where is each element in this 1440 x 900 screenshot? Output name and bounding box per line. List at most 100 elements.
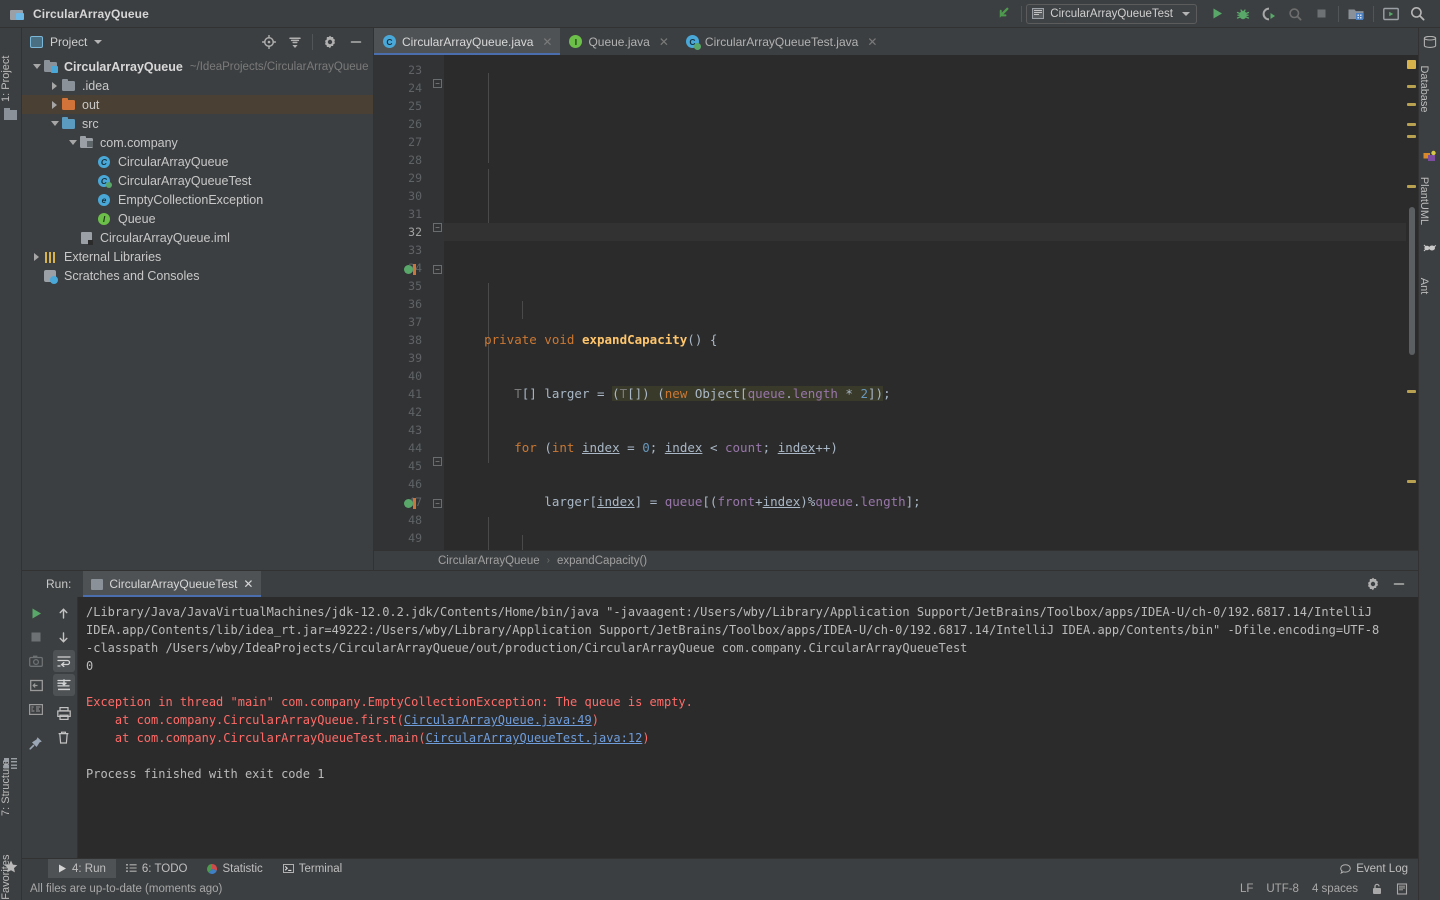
tool-window-run[interactable]: 4: Run <box>48 858 116 879</box>
chevron-down-icon[interactable] <box>30 64 43 69</box>
rerun-button[interactable] <box>25 602 47 624</box>
editor-body[interactable]: 23 24 25 26 27 28 29 30 31 32 33 34 <box>374 55 1418 550</box>
previous-occurrence-button[interactable] <box>53 602 75 624</box>
close-icon[interactable]: ✕ <box>867 35 877 49</box>
chevron-down-icon[interactable] <box>66 140 79 145</box>
project-tree[interactable]: CircularArrayQueue ~/IdeaProjects/Circul… <box>22 55 373 570</box>
sidebar-item-structure[interactable]: 7: Structure <box>0 738 12 816</box>
sidebar-item-ant[interactable]: Ant <box>1418 266 1430 306</box>
hide-panel-button[interactable] <box>343 31 369 53</box>
fold-expanded-icon[interactable]: − <box>433 79 442 88</box>
next-occurrence-button[interactable] <box>53 626 75 648</box>
tree-node-idea[interactable]: .idea <box>22 76 373 95</box>
run-method-gutter-icon[interactable] <box>404 498 416 510</box>
tree-node-class-circulararrayqueue[interactable]: C CircularArrayQueue <box>22 152 373 171</box>
hide-run-panel-button[interactable] <box>1386 572 1412 596</box>
back-arrow-icon[interactable] <box>991 2 1017 26</box>
chevron-right-icon[interactable] <box>48 100 61 109</box>
presentation-button[interactable] <box>1378 2 1404 26</box>
console-stack-link-2[interactable]: CircularArrayQueueTest.java:12 <box>426 731 643 745</box>
sidebar-item-plantuml[interactable]: PlantUML <box>1418 168 1430 234</box>
restore-layout-button[interactable] <box>25 674 47 696</box>
console-stack-link-1[interactable]: CircularArrayQueue.java:49 <box>404 713 592 727</box>
print-button[interactable] <box>53 702 75 724</box>
marker-warning[interactable] <box>1407 135 1416 138</box>
tree-node-iml-file[interactable]: CircularArrayQueue.iml <box>22 228 373 247</box>
run-coverage-button[interactable] <box>1256 2 1282 26</box>
chevron-right-icon[interactable] <box>30 252 43 261</box>
camera-icon[interactable] <box>25 650 47 672</box>
marker-warning[interactable] <box>1407 85 1416 88</box>
fold-collapse-icon[interactable]: − <box>433 457 442 466</box>
event-log-button[interactable]: Event Log <box>1340 863 1418 875</box>
chevron-down-icon[interactable] <box>94 39 103 44</box>
tool-window-todo[interactable]: 6: TODO <box>116 859 198 879</box>
chevron-right-icon[interactable] <box>48 81 61 90</box>
debug-button[interactable] <box>1230 2 1256 26</box>
gear-icon[interactable] <box>317 31 343 53</box>
run-button[interactable] <box>1204 2 1230 26</box>
collapse-all-button[interactable] <box>282 31 308 53</box>
fold-expanded-icon[interactable]: − <box>433 265 442 274</box>
soft-wrap-button[interactable] <box>52 650 75 672</box>
pin-icon[interactable] <box>25 732 47 754</box>
line-separator-indicator[interactable]: LF <box>1240 883 1253 895</box>
scroll-to-end-button[interactable] <box>52 674 75 696</box>
indent-indicator[interactable]: 4 spaces <box>1312 883 1358 895</box>
sidebar-item-database[interactable]: Database <box>1418 56 1430 122</box>
tree-node-project-root[interactable]: CircularArrayQueue ~/IdeaProjects/Circul… <box>22 57 373 76</box>
run-method-gutter-icon[interactable] <box>404 264 416 276</box>
editor-scrollbar-markers[interactable] <box>1406 55 1418 550</box>
tool-window-statistic[interactable]: Statistic <box>197 859 272 879</box>
sidebar-item-project[interactable]: 1: Project <box>0 38 12 102</box>
run-settings-button[interactable] <box>1360 572 1386 596</box>
interface-icon: I <box>97 212 113 226</box>
chevron-down-icon[interactable] <box>1182 11 1190 16</box>
tab-queue-java[interactable]: I Queue.java ✕ <box>560 28 676 55</box>
run-configuration-selector[interactable]: CircularArrayQueueTest <box>1026 3 1197 24</box>
marker-warning[interactable] <box>1407 60 1416 69</box>
close-icon[interactable]: ✕ <box>542 35 552 49</box>
tree-node-class-circulararrayqueuetest[interactable]: C CircularArrayQueueTest <box>22 171 373 190</box>
inspection-icon[interactable] <box>1396 883 1408 895</box>
tree-node-interface-queue[interactable]: I Queue <box>22 209 373 228</box>
tree-node-scratches[interactable]: Scratches and Consoles <box>22 266 373 285</box>
marker-warning[interactable] <box>1407 390 1416 393</box>
editor-scrollbar-thumb[interactable] <box>1409 207 1415 355</box>
fold-collapse-icon[interactable]: − <box>433 223 442 232</box>
breadcrumb-class[interactable]: CircularArrayQueue <box>438 555 540 567</box>
scroll-from-source-button[interactable] <box>256 31 282 53</box>
chevron-down-icon[interactable] <box>48 121 61 126</box>
encoding-indicator[interactable]: UTF-8 <box>1266 883 1299 895</box>
tab-circulararrayqueue-java[interactable]: C CircularArrayQueue.java ✕ <box>374 28 561 55</box>
run-console-output[interactable]: /Library/Java/JavaVirtualMachines/jdk-12… <box>78 597 1418 858</box>
stop-button[interactable] <box>25 626 47 648</box>
update-project-button[interactable] <box>1343 2 1369 26</box>
stop-button[interactable] <box>1308 2 1334 26</box>
clear-all-button[interactable] <box>53 726 75 748</box>
lock-icon[interactable] <box>1371 883 1383 895</box>
marker-warning[interactable] <box>1407 123 1416 126</box>
tab-circulararrayqueuetest-java[interactable]: C CircularArrayQueueTest.java ✕ <box>677 28 885 55</box>
marker-warning[interactable] <box>1407 480 1416 483</box>
marker-warning[interactable] <box>1407 103 1416 106</box>
run-tab-circulararrayqueuetest[interactable]: CircularArrayQueueTest ✕ <box>83 571 262 597</box>
profile-button[interactable] <box>1282 2 1308 26</box>
close-icon[interactable]: ✕ <box>659 35 669 49</box>
fold-expanded-icon[interactable]: − <box>433 499 442 508</box>
editor-fold-bar[interactable]: − − − − − <box>430 55 444 550</box>
code-content[interactable]: private void expandCapacity() { T[] larg… <box>444 55 1406 550</box>
tree-node-external-libraries[interactable]: External Libraries <box>22 247 373 266</box>
breadcrumb[interactable]: CircularArrayQueue › expandCapacity() <box>374 550 1418 570</box>
marker-warning[interactable] <box>1407 185 1416 188</box>
tree-node-src[interactable]: src <box>22 114 373 133</box>
console-icon[interactable] <box>25 698 47 720</box>
search-everywhere-button[interactable] <box>1404 2 1430 26</box>
tree-node-out[interactable]: out <box>22 95 373 114</box>
editor-gutter[interactable]: 23 24 25 26 27 28 29 30 31 32 33 34 <box>374 55 430 550</box>
tree-node-class-emptycollectionexception[interactable]: e EmptyCollectionException <box>22 190 373 209</box>
close-icon[interactable]: ✕ <box>243 577 253 591</box>
tree-node-package[interactable]: com.company <box>22 133 373 152</box>
breadcrumb-method[interactable]: expandCapacity() <box>557 555 647 567</box>
tool-window-terminal[interactable]: Terminal <box>273 859 352 879</box>
